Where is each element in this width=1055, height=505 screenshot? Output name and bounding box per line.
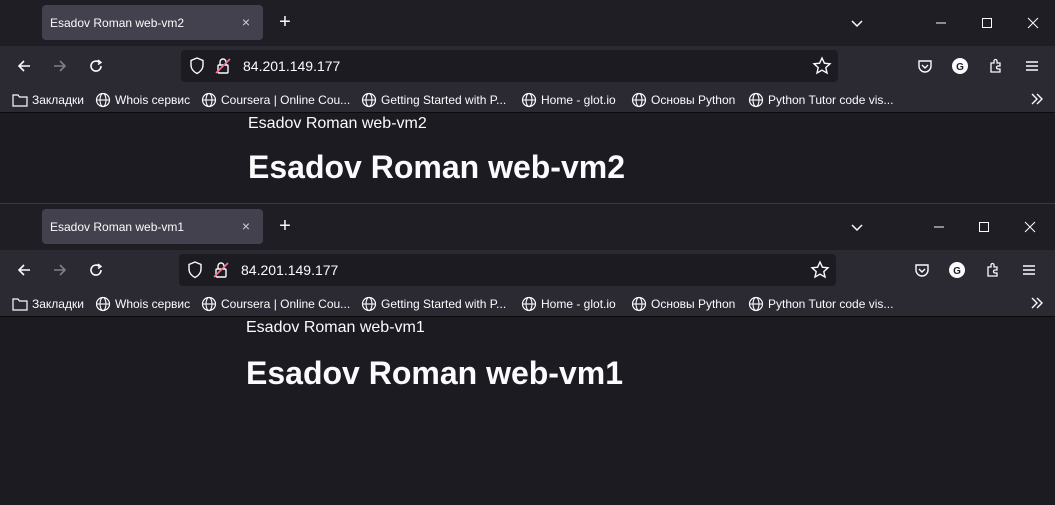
tab-close-icon[interactable]: × [238,14,254,30]
bookmarks-toolbar: Закладки Whois сервис Coursera | Online … [0,290,1055,317]
page-heading: Esadov Roman web-vm2 [248,149,625,185]
tab-title: Esadov Roman web-vm1 [50,219,185,234]
insecure-lock-icon[interactable] [215,57,231,80]
tracking-shield-icon[interactable] [189,57,205,80]
tab-active[interactable]: Esadov Roman web-vm2 × [42,5,263,40]
back-arrow-icon[interactable] [10,256,38,284]
page-heading: Esadov Roman web-vm1 [246,355,623,391]
globe-icon [361,296,377,311]
list-all-tabs-chevron-icon[interactable] [845,11,869,35]
bookmark-item[interactable]: Whois сервис [95,295,190,312]
bookmark-star-icon[interactable] [812,56,832,81]
page-text: Esadov Roman web-vm1 [246,319,425,336]
extensions-icon[interactable] [982,52,1010,80]
bookmark-label: Coursera | Online Cou... [221,296,351,311]
bookmark-item[interactable]: Coursera | Online Cou... [201,91,350,108]
bookmark-item[interactable]: Coursera | Online Cou... [201,295,350,312]
globe-icon [631,296,647,311]
list-all-tabs-chevron-icon[interactable] [845,215,869,239]
minimize-icon[interactable] [916,204,962,250]
browser-window-vm2: Esadov Roman web-vm2 × + 84.201.149.177 … [0,0,1055,203]
bookmark-item[interactable]: Home - glot.io [521,295,616,312]
forward-arrow-icon[interactable] [46,52,74,80]
account-avatar-icon[interactable]: G [943,256,971,284]
bookmark-item[interactable]: Основы Python [631,295,735,312]
globe-icon [748,296,764,311]
reload-icon[interactable] [82,256,110,284]
insecure-lock-icon[interactable] [213,261,229,284]
bookmark-label: Основы Python [651,296,736,311]
bookmark-item[interactable]: Python Tutor code vis... [748,91,893,108]
bookmark-label: Home - glot.io [541,92,616,107]
hamburger-menu-icon[interactable] [1018,52,1046,80]
tracking-shield-icon[interactable] [187,261,203,284]
tab-strip: Esadov Roman web-vm2 × + [0,0,1055,46]
bookmark-folder[interactable]: Закладки [12,295,84,312]
globe-icon [748,92,764,107]
new-tab-button[interactable]: + [273,10,297,34]
globe-icon [201,296,217,311]
forward-arrow-icon[interactable] [46,256,74,284]
bookmarks-toolbar: Закладки Whois сервис Coursera | Online … [0,86,1055,113]
browser-window-vm1: Esadov Roman web-vm1 × + 84.201.149.177 … [0,203,1055,505]
svg-text:G: G [953,266,961,277]
tab-active[interactable]: Esadov Roman web-vm1 × [42,209,263,244]
globe-icon [201,92,217,107]
pocket-icon[interactable] [908,256,936,284]
globe-icon [95,92,111,107]
bookmark-star-icon[interactable] [810,260,830,285]
maximize-icon[interactable] [961,204,1007,250]
url-bar[interactable]: 84.201.149.177 [181,50,838,82]
pocket-icon[interactable] [911,52,939,80]
bookmark-item[interactable]: Whois сервис [95,91,190,108]
bookmarks-overflow-chevron-icon[interactable] [1029,295,1045,316]
globe-icon [361,92,377,107]
reload-icon[interactable] [82,52,110,80]
bookmark-item[interactable]: Python Tutor code vis... [748,295,893,312]
minimize-icon[interactable] [918,0,964,46]
bookmark-label: Python Tutor code vis... [768,92,894,107]
page-text: Esadov Roman web-vm2 [248,115,427,132]
navigation-toolbar: 84.201.149.177 G [0,250,1055,290]
close-window-icon[interactable] [1007,204,1053,250]
bookmark-label: Закладки [32,92,84,107]
folder-icon [12,297,28,311]
bookmarks-overflow-chevron-icon[interactable] [1029,91,1045,112]
hamburger-menu-icon[interactable] [1015,256,1043,284]
back-arrow-icon[interactable] [10,52,38,80]
account-avatar-icon[interactable]: G [946,52,974,80]
close-window-icon[interactable] [1010,0,1055,46]
bookmark-label: Getting Started with P... [381,296,507,311]
bookmark-label: Whois сервис [115,296,191,311]
globe-icon [521,92,537,107]
tab-close-icon[interactable]: × [238,218,254,234]
maximize-icon[interactable] [964,0,1010,46]
bookmark-folder[interactable]: Закладки [12,91,84,108]
bookmark-item[interactable]: Основы Python [631,91,735,108]
tab-strip: Esadov Roman web-vm1 × + [0,204,1055,250]
bookmark-label: Getting Started with P... [381,92,507,107]
bookmark-item[interactable]: Home - glot.io [521,91,616,108]
bookmark-label: Coursera | Online Cou... [221,92,351,107]
new-tab-button[interactable]: + [273,214,297,238]
bookmark-item[interactable]: Getting Started with P... [361,295,506,312]
tab-title: Esadov Roman web-vm2 [50,15,185,30]
url-text[interactable]: 84.201.149.177 [241,262,338,278]
globe-icon [631,92,647,107]
navigation-toolbar: 84.201.149.177 G [0,46,1055,86]
globe-icon [95,296,111,311]
url-text[interactable]: 84.201.149.177 [243,58,340,74]
folder-icon [12,93,28,107]
svg-text:G: G [956,62,964,73]
bookmark-item[interactable]: Getting Started with P... [361,91,506,108]
bookmark-label: Python Tutor code vis... [768,296,894,311]
url-bar[interactable]: 84.201.149.177 [179,254,836,286]
globe-icon [521,296,537,311]
bookmark-label: Home - glot.io [541,296,616,311]
bookmark-label: Закладки [32,296,84,311]
bookmark-label: Основы Python [651,92,736,107]
extensions-icon[interactable] [979,256,1007,284]
bookmark-label: Whois сервис [115,92,191,107]
